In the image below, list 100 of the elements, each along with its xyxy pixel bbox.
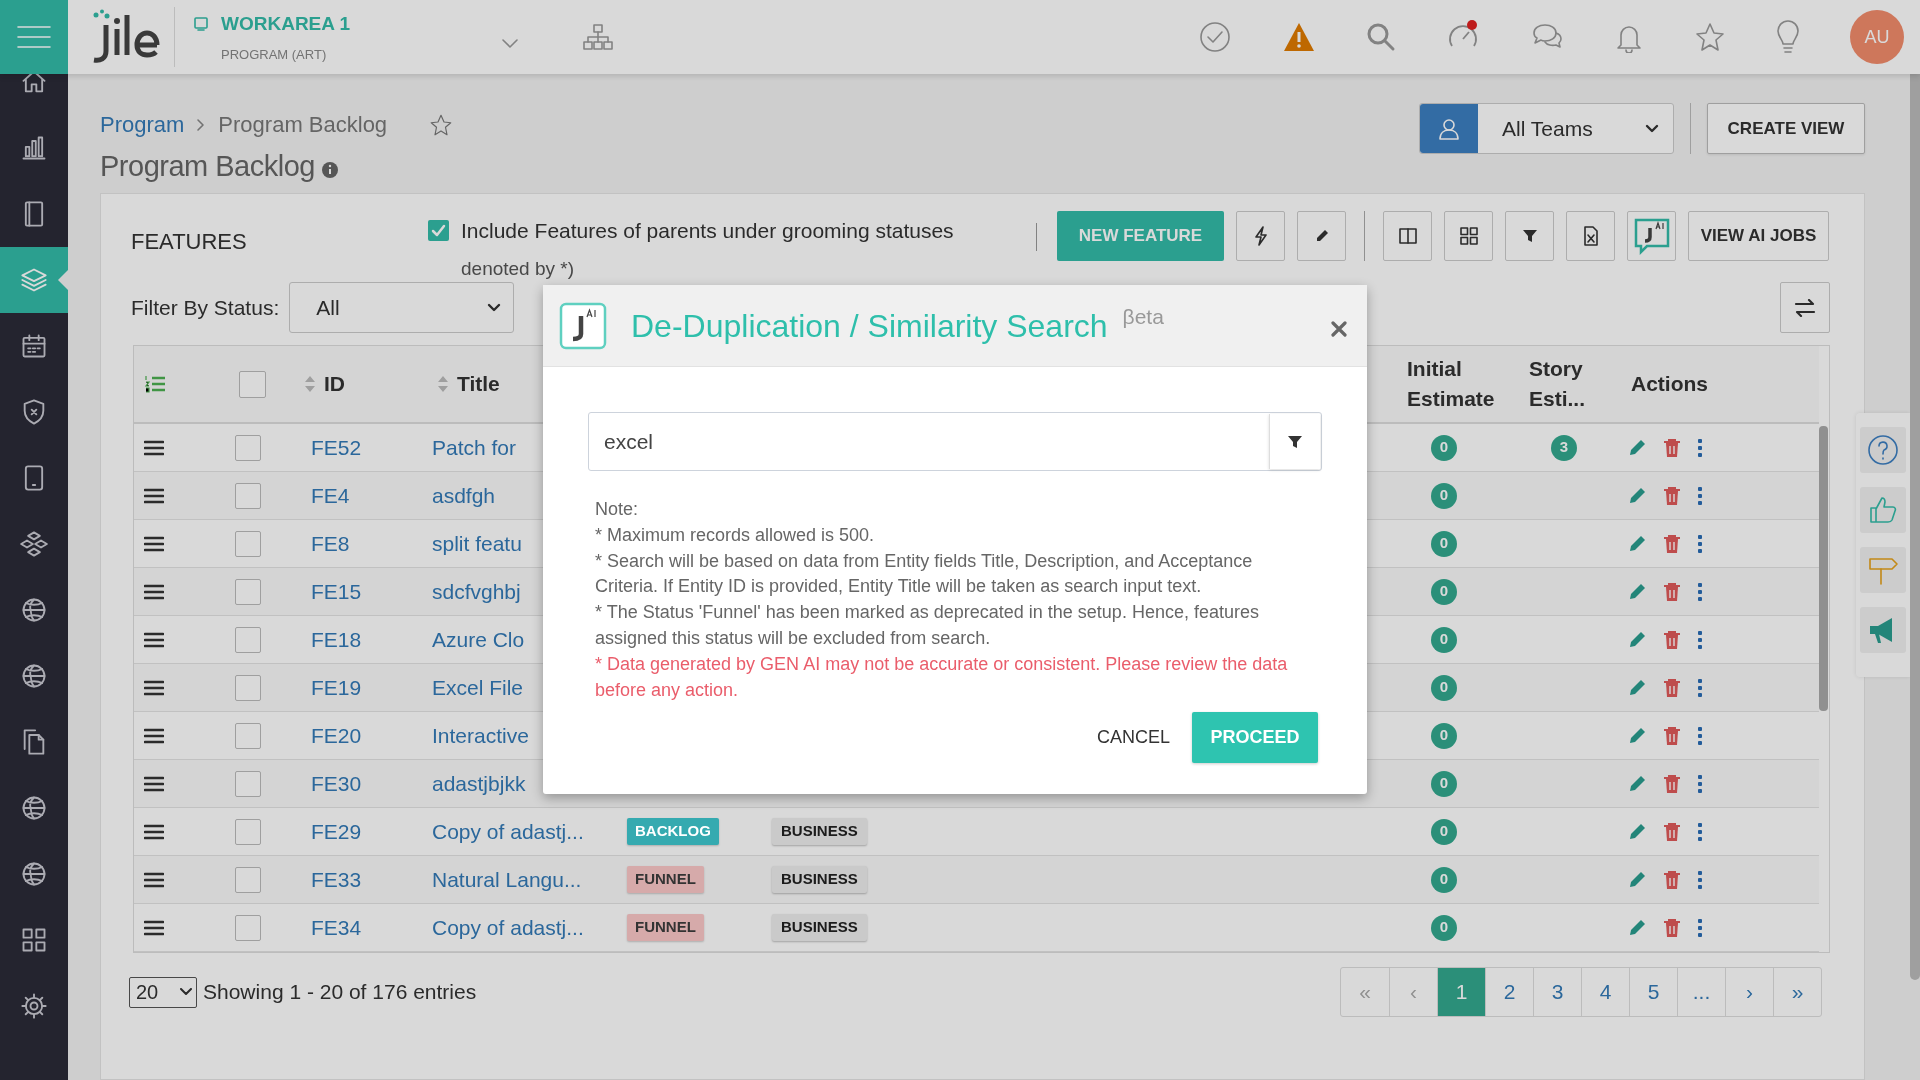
feature-id-link[interactable]: FE30 [311,771,362,795]
page-button[interactable]: ... [1677,968,1725,1016]
edit-button[interactable] [1627,725,1647,746]
more-button[interactable] [1697,533,1703,554]
feature-id-link[interactable]: FE52 [311,435,362,459]
feature-title-link[interactable]: Copy of adastj... [432,819,584,843]
page-button[interactable]: 5 [1629,968,1677,1016]
filter-button[interactable] [1269,414,1320,469]
checkbox[interactable] [235,770,261,797]
page-size-select[interactable]: 20 [129,976,197,1008]
ai-button[interactable] [1627,211,1676,261]
edit-button[interactable] [1297,211,1346,261]
feature-title-link[interactable]: asdfgh [432,483,496,507]
feature-id-link[interactable]: FE34 [311,915,362,939]
checkbox[interactable] [235,482,261,509]
delete-button[interactable] [1663,629,1681,650]
page-button[interactable]: 1 [1437,968,1485,1016]
view-ai-jobs-button[interactable]: VIEW AI JOBS [1688,211,1829,261]
scrollbar[interactable] [1819,426,1828,711]
feature-id-link[interactable]: FE4 [311,483,350,507]
more-button[interactable] [1697,629,1703,650]
feature-title-link[interactable]: adastjbjkk [432,771,526,795]
lightning-button[interactable] [1236,211,1285,261]
workarea-name[interactable]: WORKAREA 1 [221,10,351,39]
column-header[interactable]: Title [457,368,500,400]
create-view-button[interactable]: CREATE VIEW [1707,103,1865,154]
edit-button[interactable] [1627,773,1647,794]
feature-id-link[interactable]: FE8 [311,531,350,555]
column-header[interactable]: Story Esti... [1529,354,1599,414]
page-button[interactable]: 2 [1485,968,1533,1016]
more-button[interactable] [1697,869,1703,890]
more-button[interactable] [1697,485,1703,506]
feature-title-link[interactable]: Interactive [432,723,529,747]
edit-button[interactable] [1627,581,1647,602]
checkbox[interactable] [235,914,261,941]
delete-button[interactable] [1663,677,1681,698]
breadcrumb-link[interactable]: Program [100,108,185,141]
delete-button[interactable] [1663,485,1681,506]
page-button[interactable]: » [1773,968,1821,1016]
checkbox[interactable] [235,722,261,749]
columns-button[interactable] [1383,211,1432,261]
feature-title-link[interactable]: sdcfvghbj [432,579,521,603]
checkbox[interactable] [428,220,449,242]
checkbox[interactable] [235,530,261,557]
checkbox[interactable] [235,434,261,461]
feature-id-link[interactable]: FE33 [311,867,362,891]
filter-button[interactable] [1505,211,1554,261]
delete-button[interactable] [1663,533,1681,554]
more-button[interactable] [1697,725,1703,746]
feature-title-link[interactable]: Excel File [432,675,524,699]
grid-view-button[interactable] [1444,211,1493,261]
feedback-button[interactable] [1860,487,1906,533]
page-button[interactable]: 3 [1533,968,1581,1016]
column-header[interactable]: ID [324,368,345,400]
edit-button[interactable] [1627,485,1647,506]
delete-button[interactable] [1663,437,1681,458]
more-button[interactable] [1697,677,1703,698]
page-button[interactable]: 4 [1581,968,1629,1016]
feature-id-link[interactable]: FE29 [311,819,362,843]
status-filter-select[interactable]: All [289,282,515,333]
more-button[interactable] [1697,437,1703,458]
feature-id-link[interactable]: FE19 [311,675,362,699]
feature-title-link[interactable]: Copy of adastj... [432,915,584,939]
search-field[interactable]: excel [588,412,1322,471]
feature-title-link[interactable]: Patch for [432,435,517,459]
delete-button[interactable] [1663,773,1681,794]
edit-button[interactable] [1627,917,1647,938]
delete-button[interactable] [1663,917,1681,938]
checkbox[interactable] [239,370,266,398]
feature-id-link[interactable]: FE15 [311,579,362,603]
feature-title-link[interactable]: split featu [432,531,522,555]
delete-button[interactable] [1663,725,1681,746]
edit-button[interactable] [1627,533,1647,554]
user-avatar[interactable]: AU [1850,10,1904,64]
checkbox[interactable] [235,818,261,845]
close-button[interactable] [1331,320,1347,337]
edit-button[interactable] [1627,677,1647,698]
feature-id-link[interactable]: FE18 [311,627,362,651]
delete-button[interactable] [1663,821,1681,842]
more-button[interactable] [1697,917,1703,938]
more-button[interactable] [1697,821,1703,842]
proceed-button[interactable]: PROCEED [1192,712,1318,764]
more-button[interactable] [1697,581,1703,602]
more-button[interactable] [1697,773,1703,794]
export-button[interactable] [1566,211,1615,261]
delete-button[interactable] [1663,869,1681,890]
team-select[interactable]: All Teams [1419,103,1674,154]
edit-button[interactable] [1627,437,1647,458]
new-feature-button[interactable]: NEW FEATURE [1057,211,1224,261]
swap-button[interactable] [1780,282,1830,333]
edit-button[interactable] [1627,869,1647,890]
edit-button[interactable] [1627,821,1647,842]
checkbox[interactable] [235,626,261,653]
announcement-button[interactable] [1860,607,1906,653]
checkbox[interactable] [235,866,261,893]
checkbox[interactable] [235,674,261,701]
feature-title-link[interactable]: Natural Langu... [432,867,582,891]
column-header[interactable]: Initial Estimate [1407,354,1507,414]
feature-title-link[interactable]: Azure Clo [432,627,525,651]
page-button[interactable]: › [1725,968,1773,1016]
